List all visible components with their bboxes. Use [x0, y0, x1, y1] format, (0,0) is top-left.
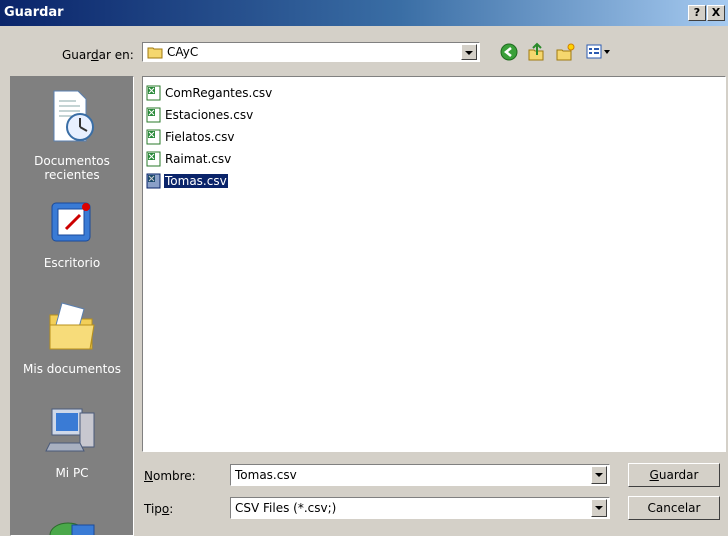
place-label: Mi PC [55, 466, 89, 480]
close-button[interactable]: X [707, 5, 725, 21]
chevron-down-icon[interactable] [591, 466, 607, 484]
file-name: ComRegantes.csv [165, 86, 273, 100]
csv-file-icon [146, 129, 161, 145]
save-in-dropdown[interactable]: CAyC [142, 42, 480, 62]
view-menu-icon[interactable] [586, 44, 612, 60]
list-item[interactable]: Raimat.csv [146, 150, 232, 168]
desktop-icon [51, 202, 91, 242]
back-icon[interactable] [500, 43, 518, 61]
place-network[interactable] [11, 505, 133, 535]
csv-file-icon [146, 85, 161, 101]
my-documents-icon [49, 302, 95, 350]
csv-file-icon [146, 107, 161, 123]
my-computer-icon [45, 408, 95, 452]
file-name: Estaciones.csv [165, 108, 254, 122]
type-select[interactable]: CSV Files (*.csv;) [230, 497, 610, 519]
folder-icon [147, 47, 163, 59]
save-in-value: CAyC [167, 45, 199, 59]
file-name: Raimat.csv [165, 152, 232, 166]
place-label: Escritorio [43, 256, 101, 270]
place-recent-documents[interactable]: Documentos recientes [11, 87, 133, 182]
file-list[interactable]: ComRegantes.csv Estaciones.csv Fielatos.… [142, 76, 726, 452]
title-bar: Guardar ? X [0, 0, 728, 26]
new-folder-icon[interactable] [556, 42, 576, 62]
place-label: Mis documentos [23, 362, 121, 376]
list-item[interactable]: Estaciones.csv [146, 106, 254, 124]
network-icon [49, 522, 95, 535]
list-item[interactable]: ComRegantes.csv [146, 84, 273, 102]
chevron-down-icon[interactable] [591, 499, 607, 517]
save-button[interactable]: Guardar [628, 463, 720, 487]
save-in-label: Guardar en: [62, 48, 134, 62]
csv-file-icon [146, 173, 161, 189]
places-bar: Documentos recientes Escritorio Mis docu… [10, 76, 134, 536]
name-field[interactable]: Tomas.csv [230, 464, 610, 486]
file-name: Tomas.csv [163, 173, 229, 189]
file-name: Fielatos.csv [165, 130, 235, 144]
type-label: Tipo: [144, 502, 174, 516]
place-my-documents[interactable]: Mis documentos [11, 295, 133, 376]
window-title: Guardar [4, 5, 64, 20]
chevron-down-icon[interactable] [461, 44, 477, 60]
cancel-button[interactable]: Cancelar [628, 496, 720, 520]
type-value: CSV Files (*.csv;) [235, 501, 337, 515]
name-value: Tomas.csv [235, 468, 297, 482]
place-label: Documentos recientes [34, 154, 110, 182]
up-folder-icon[interactable] [527, 42, 545, 62]
place-my-computer[interactable]: Mi PC [11, 403, 133, 480]
recent-documents-icon [53, 90, 94, 142]
name-label: Nombre: [144, 469, 196, 483]
list-item-selected[interactable]: Tomas.csv [146, 172, 229, 190]
csv-file-icon [146, 151, 161, 167]
place-desktop[interactable]: Escritorio [11, 197, 133, 270]
list-item[interactable]: Fielatos.csv [146, 128, 236, 146]
help-button[interactable]: ? [688, 5, 706, 21]
